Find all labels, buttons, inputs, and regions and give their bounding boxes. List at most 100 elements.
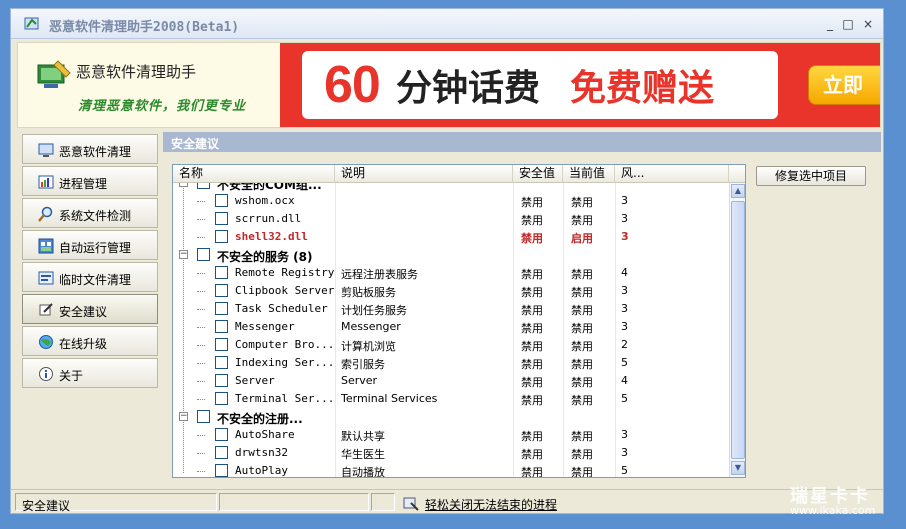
risk-level: 3	[621, 320, 628, 333]
row-checkbox[interactable]	[215, 302, 228, 315]
sidebar-item-7[interactable]: 在线升级	[22, 326, 158, 356]
minimize-button[interactable]: _	[823, 17, 837, 31]
item-name: Messenger	[235, 320, 295, 333]
risk-level: 3	[621, 194, 628, 207]
table-row[interactable]: Clipbook Server 剪贴板服务 禁用 禁用 3	[173, 282, 729, 300]
advice-list[interactable]: 名称说明安全值当前值风... −不安全的COM组...wshom.ocx禁用禁用…	[172, 164, 746, 478]
row-checkbox[interactable]	[215, 374, 228, 387]
item-name: Terminal Ser...	[235, 392, 335, 405]
status-cell-main: 安全建议	[15, 493, 217, 513]
risk-level: 4	[621, 266, 628, 279]
column-header: 名称 说明 安全值 当前值 风...	[173, 165, 745, 183]
column-header-2[interactable]: 说明	[335, 165, 513, 183]
tree-branch	[197, 453, 205, 454]
advertisement[interactable]: 60 分钟话费 免费赠送 立即	[280, 43, 880, 127]
collapse-icon[interactable]: −	[179, 412, 188, 421]
row-checkbox[interactable]	[197, 410, 210, 423]
current-value: 禁用	[571, 322, 593, 335]
row-checkbox[interactable]	[215, 320, 228, 333]
row-checkbox[interactable]	[215, 446, 228, 459]
safe-value: 禁用	[521, 268, 543, 281]
sidebar-item-2[interactable]: 进程管理	[22, 166, 158, 196]
status-cell-3	[371, 493, 395, 511]
tree-branch	[197, 327, 205, 328]
row-checkbox[interactable]	[215, 428, 228, 441]
item-description: Messenger	[341, 320, 401, 333]
item-name: AutoShare	[235, 428, 295, 441]
sidebar-item-5[interactable]: 临时文件清理	[22, 262, 158, 292]
tree-branch	[197, 273, 205, 274]
collapse-icon[interactable]: −	[179, 183, 188, 187]
row-checkbox[interactable]	[215, 356, 228, 369]
row-checkbox[interactable]	[215, 284, 228, 297]
row-checkbox[interactable]	[215, 338, 228, 351]
collapse-icon[interactable]: −	[179, 250, 188, 259]
table-row[interactable]: drwtsn32 华生医生 禁用 禁用 3	[173, 444, 729, 462]
item-description: Terminal Services	[341, 392, 438, 405]
row-checkbox[interactable]	[215, 212, 228, 225]
scroll-thumb[interactable]	[731, 201, 745, 459]
panel-title: 安全建议	[163, 132, 881, 152]
item-description: 自动播放	[341, 466, 385, 477]
ad-cta-button[interactable]: 立即	[808, 65, 880, 105]
status-text: 安全建议	[22, 499, 71, 513]
row-checkbox[interactable]	[197, 183, 210, 189]
title-bar[interactable]: 恶意软件清理助手2008(Beta1) _ □ ×	[11, 9, 883, 39]
table-row[interactable]: AutoShare 默认共享 禁用 禁用 3	[173, 426, 729, 444]
tree-branch	[197, 471, 205, 472]
table-row[interactable]: Remote Registry 远程注册表服务 禁用 禁用 4	[173, 264, 729, 282]
sidebar-item-3[interactable]: 系统文件检测	[22, 198, 158, 228]
sidebar-item-1[interactable]: 恶意软件清理	[22, 134, 158, 164]
column-header-5[interactable]: 风...	[615, 165, 729, 183]
table-row[interactable]: Task Scheduler 计划任务服务 禁用 禁用 3	[173, 300, 729, 318]
logo-icon	[37, 60, 71, 88]
current-value: 禁用	[571, 376, 593, 389]
table-row[interactable]: Computer Bro... 计算机浏览 禁用 禁用 2	[173, 336, 729, 354]
row-checkbox[interactable]	[215, 230, 228, 243]
table-row[interactable]: shell32.dll 禁用 启用 3	[173, 228, 729, 246]
risk-level: 4	[621, 374, 628, 387]
column-header-4[interactable]: 当前值	[563, 165, 615, 183]
item-name: drwtsn32	[235, 446, 288, 459]
row-checkbox[interactable]	[215, 266, 228, 279]
sidebar-item-6[interactable]: 安全建议	[22, 294, 158, 324]
kill-process-icon	[403, 497, 419, 511]
tree-branch	[197, 363, 205, 364]
scroll-up-icon[interactable]: ▲	[731, 184, 745, 198]
vertical-scrollbar[interactable]: ▲ ▼	[729, 183, 745, 477]
sidebar-item-4[interactable]: 自动运行管理	[22, 230, 158, 260]
banner-title: 恶意软件清理助手	[76, 63, 197, 81]
group-row[interactable]: −不安全的COM组...	[173, 183, 729, 192]
row-checkbox[interactable]	[215, 392, 228, 405]
item-description: 计划任务服务	[341, 304, 407, 317]
column-header-1[interactable]: 名称	[173, 165, 335, 183]
fix-selected-button[interactable]: 修复选中项目	[756, 166, 866, 186]
row-checkbox[interactable]	[215, 194, 228, 207]
kill-process-link[interactable]: 轻松关闭无法结束的进程	[425, 496, 557, 513]
safe-value: 禁用	[521, 466, 543, 477]
scroll-down-icon[interactable]: ▼	[731, 461, 745, 475]
startup-icon	[38, 238, 54, 254]
group-row[interactable]: − 不安全的服务 (8)	[173, 246, 729, 264]
sidebar-item-8[interactable]: 关于	[22, 358, 158, 388]
banner-slogan: 清理恶意软件，我们更专业	[78, 99, 247, 114]
table-row[interactable]: wshom.ocx 禁用 禁用 3	[173, 192, 729, 210]
column-header-3[interactable]: 安全值	[513, 165, 563, 183]
table-row[interactable]: scrrun.dll 禁用 禁用 3	[173, 210, 729, 228]
group-row[interactable]: − 不安全的注册...	[173, 408, 729, 426]
table-row[interactable]: Messenger Messenger 禁用 禁用 3	[173, 318, 729, 336]
row-checkbox[interactable]	[215, 464, 228, 477]
safe-value: 禁用	[521, 376, 543, 389]
table-row[interactable]: Indexing Ser... 索引服务 禁用 禁用 5	[173, 354, 729, 372]
row-checkbox[interactable]	[197, 248, 210, 261]
safe-value: 禁用	[521, 322, 543, 335]
close-button[interactable]: ×	[861, 17, 875, 31]
table-row[interactable]: AutoPlay 自动播放 禁用 禁用 5	[173, 462, 729, 477]
table-row[interactable]: Terminal Ser... Terminal Services 禁用 禁用 5	[173, 390, 729, 408]
ad-number: 60	[324, 56, 381, 114]
table-row[interactable]: Server Server 禁用 禁用 4	[173, 372, 729, 390]
group-name: 不安全的注册...	[217, 412, 303, 426]
maximize-button[interactable]: □	[841, 17, 855, 31]
risk-level: 3	[621, 446, 628, 459]
status-cell-2	[219, 493, 369, 511]
